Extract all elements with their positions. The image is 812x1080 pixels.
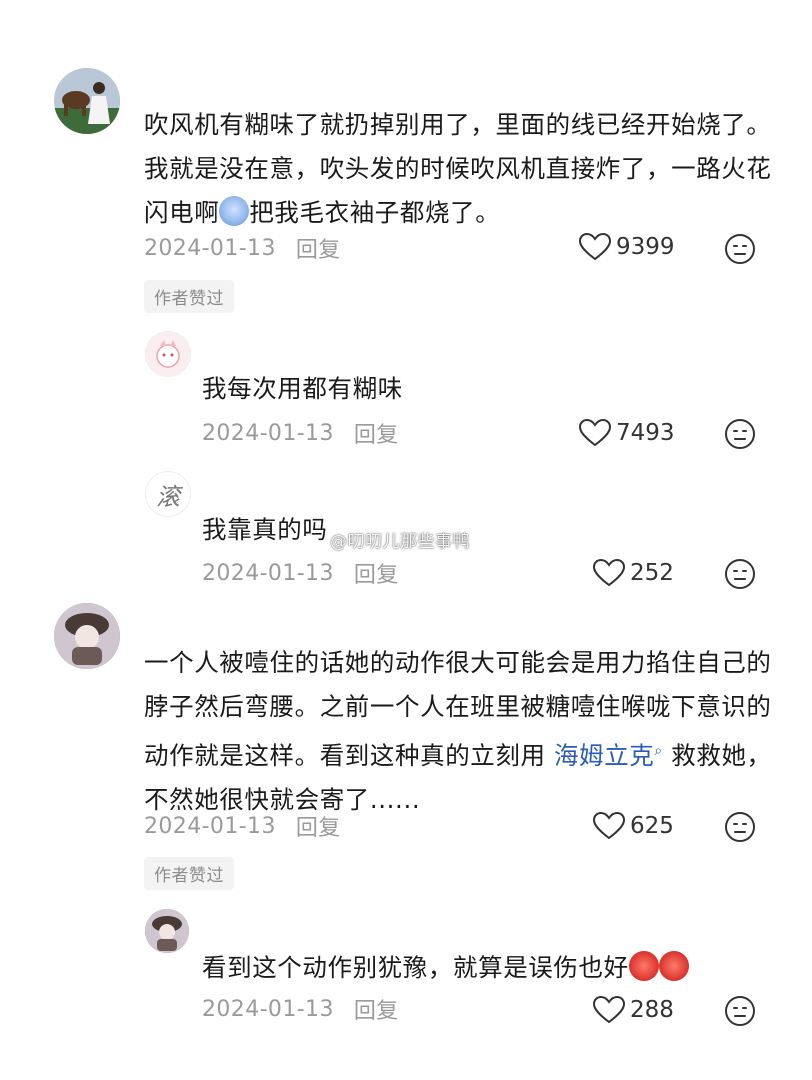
like-button[interactable]: 288 — [592, 995, 674, 1025]
heart-icon — [592, 558, 626, 587]
like-count: 9399 — [616, 234, 675, 260]
like-button[interactable]: 7493 — [578, 418, 675, 448]
heart-icon — [578, 232, 612, 261]
heart-icon — [592, 811, 626, 840]
like-count: 625 — [630, 813, 674, 839]
comment-date: 2024-01-13 — [202, 560, 334, 586]
comment-date: 2024-01-13 — [202, 996, 334, 1022]
heart-icon — [578, 418, 612, 447]
comment-date: 2024-01-13 — [144, 235, 276, 261]
like-count: 288 — [630, 997, 674, 1023]
reply-button[interactable]: 回复 — [354, 993, 399, 1025]
author-liked-badge: 作者赞过 — [144, 857, 234, 890]
scared-face-emoji-icon — [219, 196, 250, 226]
watermark: @叨叨儿那些事鸭 — [330, 532, 470, 552]
comment-text: 我靠真的吗 — [202, 515, 328, 544]
comment-date: 2024-01-13 — [202, 420, 334, 446]
dislike-face-icon[interactable] — [724, 558, 756, 590]
reply-button[interactable]: 回复 — [354, 417, 399, 449]
reply-button[interactable]: 回复 — [296, 810, 341, 842]
keyword-link[interactable]: 海姆立克 — [554, 741, 654, 770]
avatar[interactable] — [54, 603, 120, 669]
comment-text: 吹风机有糊味了就扔掉别用了，里面的线已经开始烧了。我就是没在意，吹头发的时候吹风… — [144, 110, 772, 227]
angry-devil-emoji-icon — [628, 951, 659, 981]
avatar[interactable] — [145, 909, 189, 953]
comment-date: 2024-01-13 — [144, 813, 276, 839]
like-button[interactable]: 252 — [592, 558, 674, 588]
like-count: 252 — [630, 560, 674, 586]
search-icon: ⌕ — [654, 743, 663, 759]
avatar[interactable] — [145, 331, 191, 377]
comment-text: 一个人被噎住的话她的动作很大可能会是用力掐住自己的脖子然后弯腰。之前一个人在班里… — [144, 648, 772, 815]
comment-meta: 2024-01-13 回复 — [202, 557, 399, 589]
comment-meta: 2024-01-13 回复 — [202, 993, 399, 1025]
angry-devil-emoji-icon — [658, 951, 689, 981]
comment-meta: 2024-01-13 回复 — [144, 232, 341, 264]
heart-icon — [592, 995, 626, 1024]
avatar[interactable] — [54, 68, 120, 134]
avatar-text: 滚 — [156, 482, 180, 511]
dislike-face-icon[interactable] — [724, 811, 756, 843]
dislike-face-icon[interactable] — [724, 995, 756, 1027]
dislike-face-icon[interactable] — [724, 233, 756, 265]
comment-text: 我每次用都有糊味 — [202, 374, 403, 403]
comment-meta: 2024-01-13 回复 — [202, 417, 399, 449]
comment-text: 看到这个动作别犹豫，就算是误伤也好 — [202, 946, 762, 990]
avatar[interactable]: 滚 — [145, 471, 191, 517]
dislike-face-icon[interactable] — [724, 418, 756, 450]
like-count: 7493 — [616, 420, 675, 446]
like-button[interactable]: 625 — [592, 811, 674, 841]
reply-button[interactable]: 回复 — [354, 557, 399, 589]
comment-meta: 2024-01-13 回复 — [144, 810, 341, 842]
author-liked-badge: 作者赞过 — [144, 280, 234, 313]
reply-button[interactable]: 回复 — [296, 232, 341, 264]
like-button[interactable]: 9399 — [578, 232, 675, 262]
